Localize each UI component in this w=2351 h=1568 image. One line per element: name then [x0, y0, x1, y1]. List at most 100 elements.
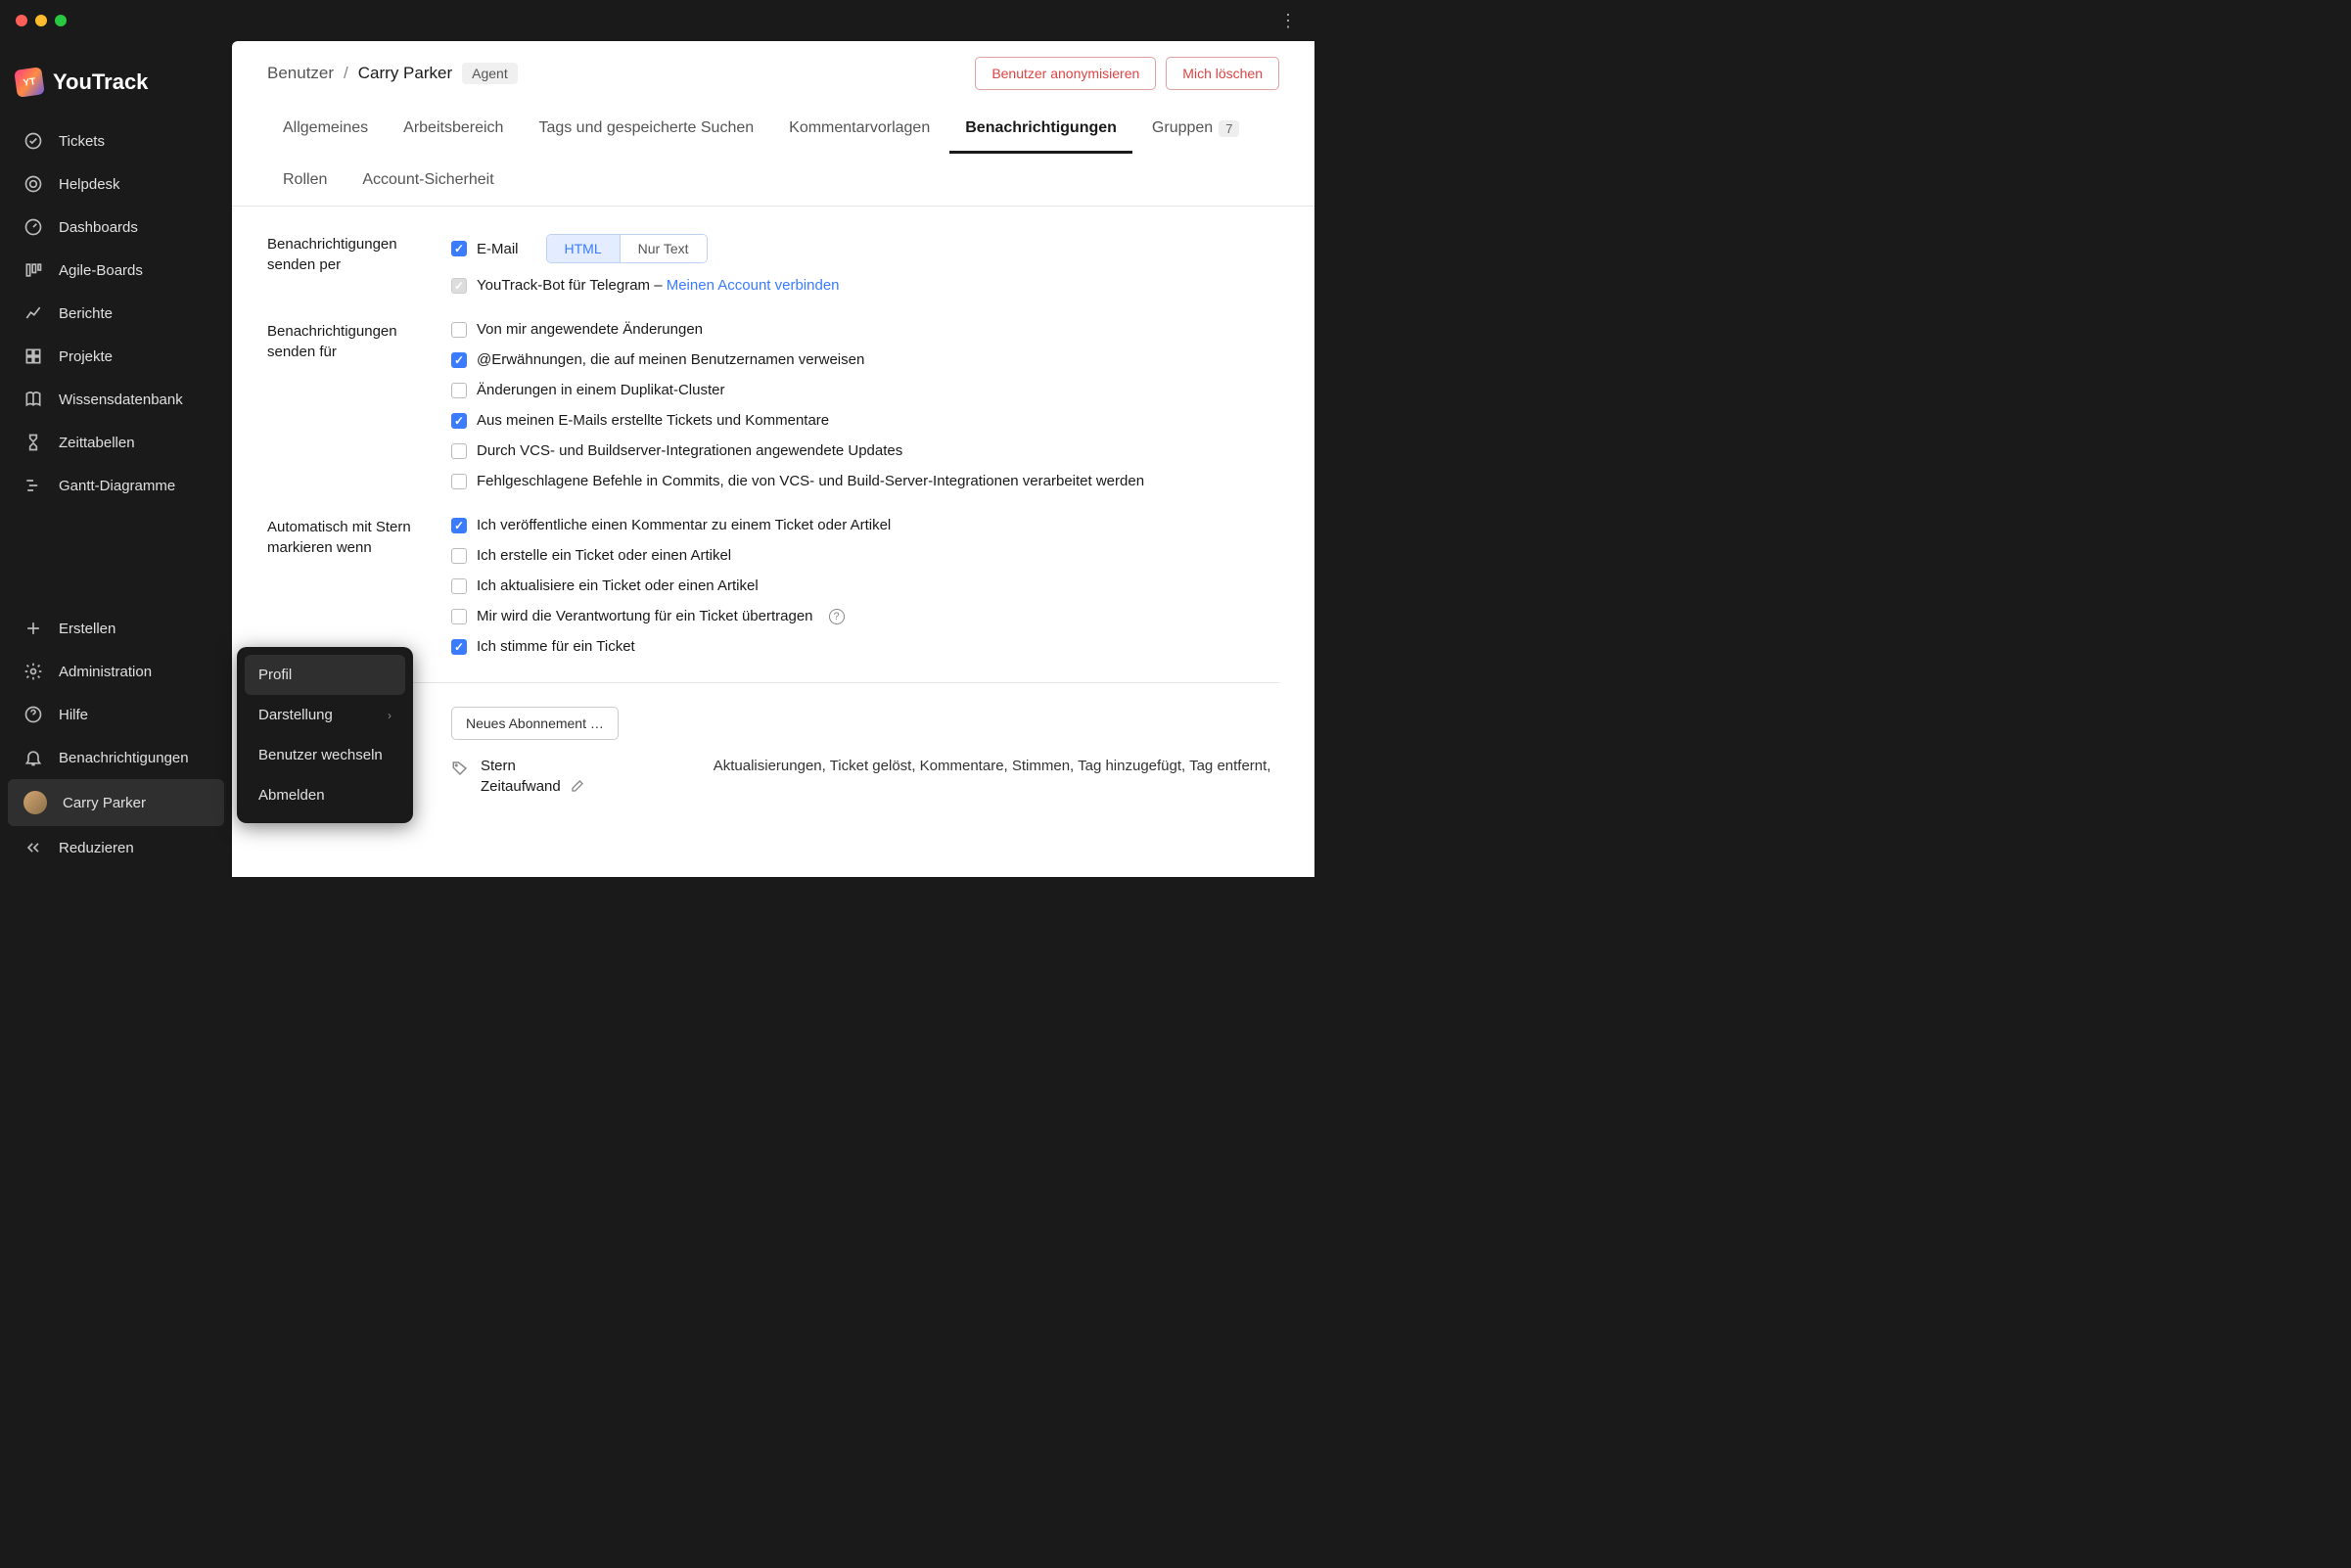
sidebar-item-knowledge-base[interactable]: Wissensdatenbank [8, 378, 224, 421]
checkbox[interactable] [451, 322, 467, 338]
tab-workspace[interactable]: Arbeitsbereich [388, 106, 519, 154]
toggle-text[interactable]: Nur Text [621, 235, 707, 262]
checkbox-label: Ich erstelle ein Ticket oder einen Artik… [477, 547, 731, 564]
subscription-events: Aktualisierungen, Ticket gelöst, Komment… [714, 758, 1279, 774]
bell-icon [23, 748, 43, 767]
checkbox[interactable] [451, 548, 467, 564]
subscription-title: Stern [481, 758, 584, 774]
gantt-icon [23, 476, 43, 495]
more-vertical-icon[interactable]: ⋮ [1279, 11, 1299, 31]
nav-label: Wissensdatenbank [59, 392, 183, 408]
header-bar: Benutzer / Carry Parker Agent Benutzer a… [232, 41, 1314, 106]
sidebar-item-create[interactable]: Erstellen [8, 607, 224, 650]
pencil-icon[interactable] [569, 779, 584, 795]
breadcrumb-separator: / [344, 64, 348, 83]
toggle-html[interactable]: HTML [547, 235, 621, 262]
tab-tags-searches[interactable]: Tags und gespeicherte Suchen [523, 106, 769, 154]
checkbox-label: Ich aktualisiere ein Ticket oder einen A… [477, 577, 759, 594]
nav-label: Administration [59, 664, 152, 680]
tab-comment-templates[interactable]: Kommentarvorlagen [773, 106, 945, 154]
avatar [23, 791, 47, 814]
sidebar-item-admin[interactable]: Administration [8, 650, 224, 693]
sidebar-item-notifications[interactable]: Benachrichtigungen [8, 736, 224, 779]
checkbox-label: Änderungen in einem Duplikat-Cluster [477, 382, 724, 398]
checkbox[interactable] [451, 383, 467, 398]
nav-bottom: Erstellen Administration Hilfe Benachric… [0, 607, 232, 877]
nav-label: Dashboards [59, 219, 138, 236]
popup-item-logout[interactable]: Abmelden [245, 775, 405, 815]
window-controls [16, 15, 67, 26]
checkbox-label: Mir wird die Verantwortung für ein Ticke… [477, 608, 813, 624]
checkbox-label: E-Mail [477, 241, 519, 257]
sidebar-item-timesheets[interactable]: Zeittabellen [8, 421, 224, 464]
lifebuoy-icon [23, 174, 43, 194]
grid-icon [23, 346, 43, 366]
checkbox[interactable] [451, 443, 467, 459]
sidebar-item-helpdesk[interactable]: Helpdesk [8, 162, 224, 206]
checkbox[interactable] [451, 413, 467, 429]
app-logo[interactable]: YT YouTrack [0, 49, 232, 119]
checkbox-label: @Erwähnungen, die auf meinen Benutzernam… [477, 351, 864, 368]
nav-label: Agile-Boards [59, 262, 143, 279]
checkbox[interactable] [451, 518, 467, 533]
nav-label: Zeittabellen [59, 435, 135, 451]
anonymize-button[interactable]: Benutzer anonymisieren [975, 57, 1156, 90]
checkbox-label: Ich stimme für ein Ticket [477, 638, 635, 655]
tab-notifications[interactable]: Benachrichtigungen [949, 106, 1132, 154]
window-close-button[interactable] [16, 15, 27, 26]
window-maximize-button[interactable] [55, 15, 67, 26]
breadcrumb-parent[interactable]: Benutzer [267, 64, 334, 83]
checkbox[interactable] [451, 578, 467, 594]
sidebar-item-agile-boards[interactable]: Agile-Boards [8, 249, 224, 292]
nav-label: Gantt-Diagramme [59, 478, 175, 494]
checkbox-label: Durch VCS- und Buildserver-Integrationen… [477, 442, 902, 459]
tabs: Allgemeines Arbeitsbereich Tags und gesp… [232, 106, 1314, 207]
nav-label: Erstellen [59, 621, 115, 637]
sidebar-item-gantt[interactable]: Gantt-Diagramme [8, 464, 224, 507]
gauge-icon [23, 217, 43, 237]
chevron-double-left-icon [23, 838, 43, 857]
setting-send-for: Benachrichtigungen senden für Von mir an… [267, 321, 1279, 489]
sidebar-item-reports[interactable]: Berichte [8, 292, 224, 335]
checkbox[interactable] [451, 639, 467, 655]
sidebar-item-help[interactable]: Hilfe [8, 693, 224, 736]
popup-item-switch-user[interactable]: Benutzer wechseln [245, 735, 405, 775]
checkbox[interactable] [451, 352, 467, 368]
help-icon[interactable]: ? [829, 609, 845, 624]
popup-item-appearance[interactable]: Darstellung› [245, 695, 405, 735]
tab-count-badge: 7 [1219, 120, 1239, 137]
nav-main: Tickets Helpdesk Dashboards Agile-Boards… [0, 119, 232, 507]
sidebar-item-tickets[interactable]: Tickets [8, 119, 224, 162]
nav-label: Tickets [59, 133, 105, 150]
sidebar-item-current-user[interactable]: Carry Parker [8, 779, 224, 826]
checkbox[interactable] [451, 474, 467, 489]
chart-line-icon [23, 303, 43, 323]
checkbox[interactable] [451, 609, 467, 624]
hourglass-icon [23, 433, 43, 452]
tab-general[interactable]: Allgemeines [267, 106, 384, 154]
subscription-row: Stern Zeitaufwand Aktualisierungen, Tick… [451, 758, 1279, 795]
tab-account-security[interactable]: Account-Sicherheit [346, 158, 509, 206]
breadcrumb: Benutzer / Carry Parker Agent [267, 63, 518, 84]
email-format-toggle: HTML Nur Text [546, 234, 708, 263]
nav-label: Helpdesk [59, 176, 120, 193]
sidebar-item-dashboards[interactable]: Dashboards [8, 206, 224, 249]
agent-badge: Agent [462, 63, 518, 84]
tab-groups[interactable]: Gruppen7 [1136, 106, 1256, 154]
new-subscription-button[interactable]: Neues Abonnement … [451, 707, 619, 740]
tab-roles[interactable]: Rollen [267, 158, 343, 206]
nav-label: Reduzieren [59, 840, 134, 856]
delete-me-button[interactable]: Mich löschen [1166, 57, 1279, 90]
gear-icon [23, 662, 43, 681]
window-minimize-button[interactable] [35, 15, 47, 26]
chevron-right-icon: › [388, 709, 392, 722]
checkbox-email[interactable] [451, 241, 467, 256]
telegram-connect-link[interactable]: Meinen Account verbinden [667, 277, 840, 294]
question-icon [23, 705, 43, 724]
popup-item-profile[interactable]: Profil [245, 655, 405, 695]
app-name: YouTrack [53, 69, 148, 95]
sidebar-item-collapse[interactable]: Reduzieren [8, 826, 224, 869]
sidebar-item-projects[interactable]: Projekte [8, 335, 224, 378]
logo-badge-icon: YT [14, 67, 45, 98]
nav-label: Hilfe [59, 707, 88, 723]
